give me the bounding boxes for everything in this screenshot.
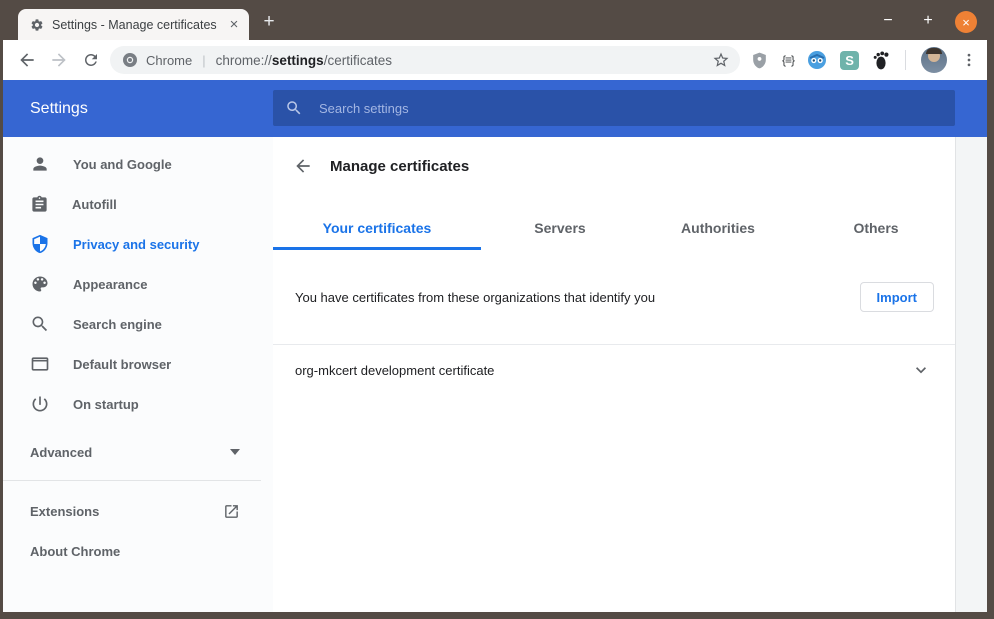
sidebar-item-extensions[interactable]: Extensions (3, 491, 273, 531)
sidebar-item-about-chrome[interactable]: About Chrome (3, 531, 273, 571)
new-tab-button[interactable]: + (258, 11, 280, 33)
settings-sidebar: You and Google Autofill Privacy and secu… (3, 137, 273, 612)
about-chrome-label: About Chrome (30, 544, 240, 559)
search-icon (30, 314, 50, 334)
page-title: Manage certificates (330, 158, 469, 175)
certificate-tabs: Your certificates Servers Authorities Ot… (273, 206, 955, 250)
sidebar-item-you-and-google[interactable]: You and Google (3, 144, 273, 184)
tab-others[interactable]: Others (797, 206, 955, 250)
tab-title: Settings - Manage certificates (52, 18, 217, 32)
extensions-cluster: {≡} S (750, 47, 978, 73)
advanced-label: Advanced (30, 445, 230, 460)
tab-authorities[interactable]: Authorities (639, 206, 797, 250)
address-bar[interactable]: Chrome | chrome://settings/certificates (110, 46, 740, 74)
sidebar-item-autofill[interactable]: Autofill (3, 184, 273, 224)
chrome-logo-icon (122, 52, 138, 68)
sidebar-item-label: Search engine (73, 317, 162, 332)
settings-header: Settings (3, 80, 987, 137)
settings-search-box[interactable] (273, 90, 955, 126)
settings-gear-favicon (30, 18, 44, 32)
back-icon[interactable] (13, 46, 41, 74)
reload-icon[interactable] (77, 46, 105, 74)
settings-search-input[interactable] (317, 100, 721, 117)
tab-your-certificates[interactable]: Your certificates (273, 206, 481, 250)
person-icon (30, 154, 50, 174)
open-in-new-icon (223, 503, 240, 520)
palette-icon (30, 274, 50, 294)
certificates-description: You have certificates from these organiz… (295, 290, 860, 305)
browser-toolbar: Chrome | chrome://settings/certificates … (3, 40, 987, 80)
stylus-extension-icon[interactable]: S (840, 51, 859, 70)
shield-extension-icon[interactable] (750, 51, 769, 70)
menu-dots-icon[interactable] (960, 51, 978, 69)
sidebar-item-appearance[interactable]: Appearance (3, 264, 273, 304)
sidebar-item-label: Default browser (73, 357, 171, 372)
sidebar-item-search-engine[interactable]: Search engine (3, 304, 273, 344)
settings-app-title: Settings (30, 80, 88, 137)
tab-close-icon[interactable]: × (225, 16, 243, 34)
site-label: Chrome (146, 53, 192, 68)
page-body: You and Google Autofill Privacy and secu… (3, 137, 987, 612)
import-button[interactable]: Import (860, 282, 934, 312)
bookmark-star-icon[interactable] (712, 51, 730, 69)
search-icon (285, 99, 303, 117)
sidebar-item-label: Autofill (72, 197, 117, 212)
forward-icon[interactable] (45, 46, 73, 74)
sidebar-item-default-browser[interactable]: Default browser (3, 344, 273, 384)
browser-window-icon (30, 354, 50, 374)
certificates-card: Manage certificates Your certificates Se… (273, 137, 955, 612)
gnome-foot-extension-icon[interactable] (872, 50, 890, 70)
certificate-row[interactable]: org-mkcert development certificate (273, 345, 955, 395)
content-right-gutter (955, 137, 987, 612)
browser-tab[interactable]: Settings - Manage certificates × (18, 9, 249, 40)
certificate-name: org-mkcert development certificate (295, 363, 911, 378)
sidebar-item-privacy-and-security[interactable]: Privacy and security (3, 224, 273, 264)
page-header: Manage certificates (273, 137, 955, 181)
titlebar: Settings - Manage certificates × + − + × (0, 0, 994, 40)
window-maximize-button[interactable]: + (918, 11, 938, 31)
window-minimize-button[interactable]: − (878, 11, 898, 31)
sidebar-item-label: Appearance (73, 277, 147, 292)
sidebar-item-label: On startup (73, 397, 139, 412)
owl-extension-icon[interactable] (807, 50, 827, 70)
tab-servers[interactable]: Servers (481, 206, 639, 250)
profile-avatar[interactable] (921, 47, 947, 73)
back-arrow-icon[interactable] (293, 156, 313, 176)
toolbar-divider (905, 50, 906, 70)
sidebar-divider (3, 480, 261, 481)
autofill-icon (30, 195, 49, 214)
json-viewer-extension-icon[interactable]: {≡} (782, 53, 794, 67)
extensions-label: Extensions (30, 504, 223, 519)
sidebar-item-label: You and Google (73, 157, 172, 172)
power-icon (30, 394, 50, 414)
url-text[interactable]: chrome://settings/certificates (216, 53, 392, 68)
sidebar-advanced-toggle[interactable]: Advanced (3, 432, 273, 472)
url-separator: | (202, 53, 205, 68)
sidebar-item-label: Privacy and security (73, 237, 199, 252)
certificates-description-row: You have certificates from these organiz… (273, 276, 955, 318)
sidebar-item-on-startup[interactable]: On startup (3, 384, 273, 424)
shield-icon (30, 234, 50, 254)
expand-chevron-icon[interactable] (911, 360, 931, 380)
chevron-down-icon (230, 449, 240, 455)
window-close-button[interactable]: × (955, 11, 977, 33)
